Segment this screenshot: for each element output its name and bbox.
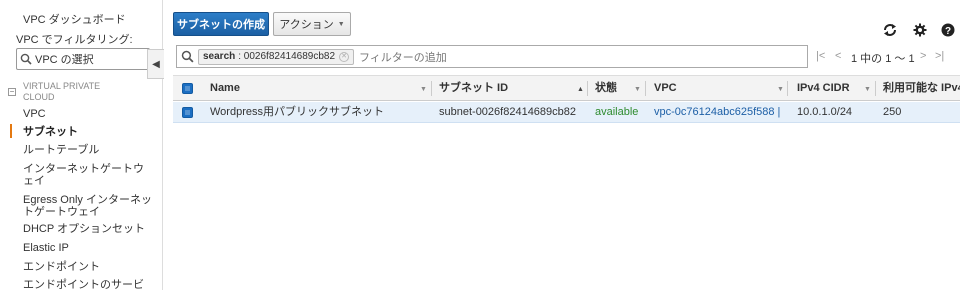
vpc-select[interactable]: VPC の選択	[16, 48, 150, 70]
vpc-select-value: VPC の選択	[35, 54, 94, 66]
sidebar-item-subnets[interactable]: サブネット	[23, 126, 153, 138]
sidebar-item-vpc[interactable]: VPC	[23, 108, 153, 120]
cell-state: available	[595, 106, 639, 118]
actions-label: アクション	[279, 19, 334, 31]
filter-chip-key: search	[203, 51, 236, 62]
sidebar: VPC ダッシュボード VPC でフィルタリング: VPC の選択 − VIRT…	[0, 0, 163, 290]
column-divider	[645, 81, 646, 96]
row-checkbox[interactable]	[182, 107, 193, 118]
chevron-left-icon: ◀	[152, 58, 160, 70]
vpc-filter-label: VPC でフィルタリング:	[16, 34, 133, 46]
svg-text:?: ?	[945, 26, 951, 37]
next-page-icon[interactable]: >	[920, 50, 926, 62]
filter-search-bar[interactable]: search : 0026f82414689cb82 ✕ フィルターの追加	[176, 45, 808, 68]
collapse-section-icon[interactable]: −	[8, 88, 16, 96]
sidebar-item-dhcp-options[interactable]: DHCP オプションセット	[23, 223, 153, 235]
column-divider	[587, 81, 588, 96]
filter-chip[interactable]: search : 0026f82414689cb82 ✕	[198, 48, 355, 65]
last-page-icon[interactable]: >|	[935, 50, 944, 62]
column-header-vpc[interactable]: VPC	[654, 76, 677, 101]
column-header-state[interactable]: 状態	[595, 76, 617, 101]
cell-ipv4-cidr: 10.0.1.0/24	[797, 106, 853, 118]
search-icon	[181, 50, 194, 63]
select-all-checkbox[interactable]	[182, 83, 193, 94]
pagination-text: 1 中の 1 〜 1	[851, 53, 915, 65]
sort-asc-icon[interactable]: ▲	[577, 86, 584, 93]
cell-available-ipv4: 250	[883, 106, 902, 118]
close-icon[interactable]: ✕	[339, 51, 350, 62]
table-header: Name ▼ サブネット ID ▲ 状態 ▼ VPC ▼ IPv4 CIDR ▼…	[173, 75, 960, 101]
cell-name: Wordpress用パブリックサブネット	[210, 106, 384, 118]
cell-vpc-link[interactable]: vpc-0c76124abc625f588 | ...	[654, 102, 780, 123]
column-divider	[875, 81, 876, 96]
refresh-icon[interactable]	[882, 22, 898, 38]
sidebar-item-elastic-ip[interactable]: Elastic IP	[23, 242, 153, 254]
filter-chip-value: : 0026f82414689cb82	[238, 51, 336, 62]
gear-icon[interactable]	[912, 22, 928, 38]
sidebar-dashboard-link[interactable]: VPC ダッシュボード	[23, 11, 126, 27]
column-header-ipv4-cidr[interactable]: IPv4 CIDR	[797, 76, 850, 101]
column-header-available-ipv4[interactable]: 利用可能な IPv4	[883, 76, 960, 101]
chevron-down-icon: ▼	[337, 20, 345, 28]
column-header-subnet-id[interactable]: サブネット ID	[439, 76, 508, 101]
search-icon	[20, 53, 32, 65]
help-icon[interactable]: ?	[940, 22, 956, 38]
sort-caret-icon[interactable]: ▼	[777, 86, 784, 93]
add-filter-placeholder: フィルターの追加	[359, 51, 447, 64]
table-row[interactable]: Wordpress用パブリックサブネット subnet-0026f8241468…	[173, 102, 960, 123]
sort-caret-icon[interactable]: ▼	[634, 86, 641, 93]
first-page-icon[interactable]: |<	[816, 50, 825, 62]
sidebar-item-route-tables[interactable]: ルートテーブル	[23, 144, 153, 156]
create-subnet-button[interactable]: サブネットの作成	[173, 12, 269, 36]
column-divider	[431, 81, 432, 96]
collapse-sidebar-button[interactable]: ◀	[147, 49, 164, 79]
sort-caret-icon[interactable]: ▼	[864, 86, 871, 93]
sidebar-item-egress-only-igw[interactable]: Egress Only インターネットゲートウェイ	[23, 194, 155, 218]
sidebar-item-internet-gateways[interactable]: インターネットゲートウェイ	[23, 163, 151, 187]
sort-caret-icon[interactable]: ▼	[420, 86, 427, 93]
active-indicator	[10, 124, 12, 138]
cell-subnet-id: subnet-0026f82414689cb82	[439, 106, 577, 118]
sidebar-item-endpoint-services[interactable]: エンドポイントのサービス	[23, 279, 153, 290]
actions-dropdown-button[interactable]: アクション ▼	[273, 12, 351, 36]
column-divider	[787, 81, 788, 96]
prev-page-icon[interactable]: <	[835, 50, 841, 62]
sidebar-section-title: VIRTUAL PRIVATE CLOUD	[23, 81, 101, 102]
column-header-name[interactable]: Name	[210, 76, 240, 101]
sidebar-item-endpoints[interactable]: エンドポイント	[23, 261, 153, 273]
